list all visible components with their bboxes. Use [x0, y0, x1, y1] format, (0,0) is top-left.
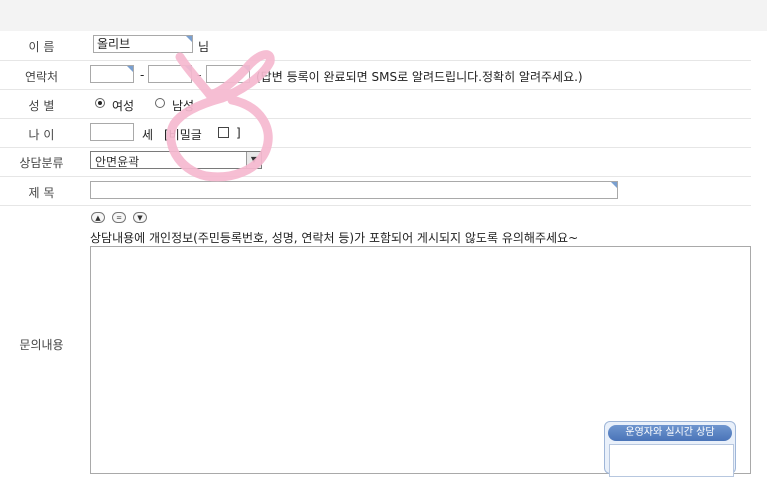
- gender-female-radio[interactable]: [95, 98, 105, 108]
- decrease-size-icon[interactable]: ▼: [133, 212, 147, 223]
- phone-row: 연락처 - - (답변 등록이 완료되면 SMS로 알려드립니다.정확히 알려주…: [0, 60, 751, 90]
- category-select[interactable]: 안면윤곽 ▼: [90, 151, 262, 169]
- reset-size-icon[interactable]: =: [112, 212, 126, 223]
- secret-post-label: [비밀글: [164, 128, 202, 142]
- gender-female-label: 여성: [112, 99, 135, 113]
- category-label: 상담분류: [19, 156, 64, 170]
- live-chat-body: [609, 444, 734, 477]
- name-row: 이 름 올리브 님: [0, 31, 751, 61]
- increase-size-icon[interactable]: ▲: [91, 212, 105, 223]
- gender-male-radio[interactable]: [155, 98, 165, 108]
- content-notice: 상담내용에 개인정보(주민등록번호, 성명, 연락처 등)가 포함되어 게시되지…: [90, 231, 579, 245]
- live-chat-title[interactable]: 운영자와 실시간 상담: [608, 425, 732, 441]
- live-chat-widget[interactable]: 운영자와 실시간 상담: [604, 421, 736, 477]
- age-input[interactable]: [90, 123, 134, 141]
- subject-row: 제 목: [0, 176, 751, 206]
- gender-row: 성 별 여성 남성: [0, 89, 751, 119]
- gender-label: 성 별: [28, 99, 55, 113]
- phone-field-2[interactable]: [148, 65, 192, 83]
- phone-field-1[interactable]: [90, 65, 134, 83]
- category-row: 상담분류 안면윤곽 ▼: [0, 147, 751, 177]
- phone-dash-1: -: [140, 68, 145, 82]
- name-input[interactable]: 올리브: [93, 35, 193, 53]
- name-suffix: 님: [198, 40, 210, 54]
- category-selected: 안면윤곽: [95, 155, 140, 169]
- subject-label: 제 목: [28, 186, 55, 200]
- age-unit: 세: [142, 128, 154, 142]
- phone-notice: (답변 등록이 완료되면 SMS로 알려드립니다.정확히 알려주세요.): [256, 70, 583, 84]
- subject-input[interactable]: [90, 181, 618, 199]
- phone-dash-2: -: [197, 68, 202, 82]
- content-label: 문의내용: [19, 338, 64, 352]
- phone-label: 연락처: [24, 70, 59, 84]
- secret-post-close: ]: [236, 126, 241, 140]
- name-label: 이 름: [28, 40, 55, 54]
- phone-field-3[interactable]: [206, 65, 250, 83]
- gender-male-label: 남성: [172, 99, 195, 113]
- age-label: 나 이: [28, 128, 55, 142]
- chevron-down-icon[interactable]: ▼: [246, 152, 261, 168]
- age-row: 나 이 세 [비밀글 ]: [0, 118, 751, 148]
- secret-post-checkbox[interactable]: [218, 127, 229, 138]
- top-bar: [0, 0, 767, 31]
